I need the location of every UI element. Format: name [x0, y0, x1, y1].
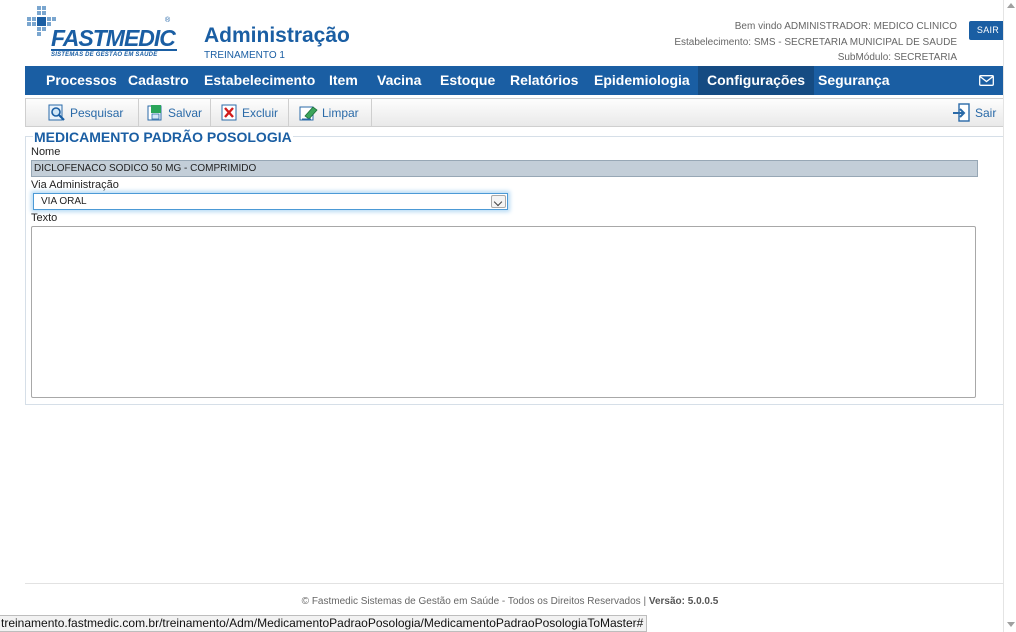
scroll-up-icon[interactable]	[1007, 3, 1015, 8]
name-label: Nome	[31, 146, 61, 158]
action-toolbar: Pesquisar Salvar Excluir Limpar Sair	[25, 98, 1007, 127]
nav-item-item[interactable]: Item	[320, 66, 367, 95]
nav-item-estoque[interactable]: Estoque	[431, 66, 504, 95]
page-title: Administração	[204, 24, 350, 47]
envelope-icon[interactable]	[979, 75, 994, 86]
nav-item-seguranca[interactable]: Segurança	[809, 66, 899, 95]
form-title: MEDICAMENTO PADRÃO POSOLOGIA	[33, 129, 293, 145]
eraser-icon	[299, 106, 318, 121]
page: FASTMEDIC SISTEMAS DE GESTÃO EM SAÚDE ® …	[13, 0, 1007, 632]
clear-button-label: Limpar	[322, 105, 359, 120]
nav-item-estabelecimento[interactable]: Estabelecimento	[195, 66, 324, 95]
nav-item-relatorios[interactable]: Relatórios	[501, 66, 587, 95]
route-select[interactable]: VIA ORAL	[33, 193, 508, 210]
logout-button[interactable]: SAIR	[969, 21, 1007, 40]
clear-button[interactable]: Limpar	[289, 99, 372, 126]
page-subtitle: TREINAMENTO 1	[204, 50, 285, 61]
nav-item-vacina[interactable]: Vacina	[368, 66, 430, 95]
logo-wordmark: FASTMEDIC	[51, 25, 176, 51]
registered-mark: ®	[165, 17, 171, 24]
route-label: Via Administração	[31, 179, 119, 191]
welcome-text: Bem vindo ADMINISTRADOR: MEDICO CLINICO	[734, 21, 957, 32]
search-button-label: Pesquisar	[70, 105, 124, 120]
nav-item-cadastro[interactable]: Cadastro	[119, 66, 198, 95]
footer-copyright: © Fastmedic Sistemas de Gestão em Saúde …	[301, 596, 647, 607]
user-info: Bem vindo ADMINISTRADOR: MEDICO CLINICO …	[674, 19, 957, 66]
scroll-down-icon[interactable]	[1007, 622, 1015, 627]
text-label: Texto	[31, 212, 58, 224]
header: FASTMEDIC SISTEMAS DE GESTÃO EM SAÚDE ® …	[25, 0, 1007, 66]
logo-underline	[51, 49, 177, 51]
nav-item-epidemiologia[interactable]: Epidemiologia	[585, 66, 699, 95]
nav-item-configuracoes[interactable]: Configurações	[698, 66, 815, 95]
footer-version: Versão: 5.0.0.5	[648, 596, 719, 607]
nav-item-processos[interactable]: Processos	[37, 66, 126, 95]
text-area[interactable]	[31, 226, 976, 398]
route-select-value: VIA ORAL	[41, 196, 87, 207]
name-field: DICLOFENACO SODICO 50 MG - COMPRIMIDO	[31, 160, 978, 177]
save-button[interactable]: Salvar	[139, 99, 211, 126]
delete-icon	[221, 104, 237, 121]
chevron-down-icon[interactable]	[491, 195, 506, 208]
search-icon	[48, 104, 65, 121]
browser-status-bar: treinamento.fastmedic.com.br/treinamento…	[0, 615, 648, 632]
submodule-text: SubMódulo: SECRETARIA	[837, 52, 957, 63]
footer: © Fastmedic Sistemas de Gestão em Saúde …	[25, 596, 995, 607]
search-button[interactable]: Pesquisar	[26, 99, 139, 126]
exit-icon	[953, 103, 970, 122]
delete-button-label: Excluir	[242, 105, 279, 120]
establishment-text: Estabelecimento: SMS - SECRETARIA MUNICI…	[674, 36, 957, 48]
vertical-scrollbar[interactable]	[1003, 0, 1016, 632]
footer-divider	[25, 583, 1003, 584]
fastmedic-logo[interactable]: FASTMEDIC SISTEMAS DE GESTÃO EM SAÚDE ®	[25, 5, 177, 61]
logo-tagline: SISTEMAS DE GESTÃO EM SAÚDE	[51, 52, 158, 58]
save-button-label: Salvar	[167, 105, 202, 120]
exit-button[interactable]: Sair	[944, 99, 1006, 126]
main-nav: Processos Cadastro Estabelecimento Item …	[25, 66, 1007, 95]
delete-button[interactable]: Excluir	[211, 99, 289, 126]
save-icon	[147, 105, 162, 121]
exit-button-label: Sair	[975, 105, 997, 120]
